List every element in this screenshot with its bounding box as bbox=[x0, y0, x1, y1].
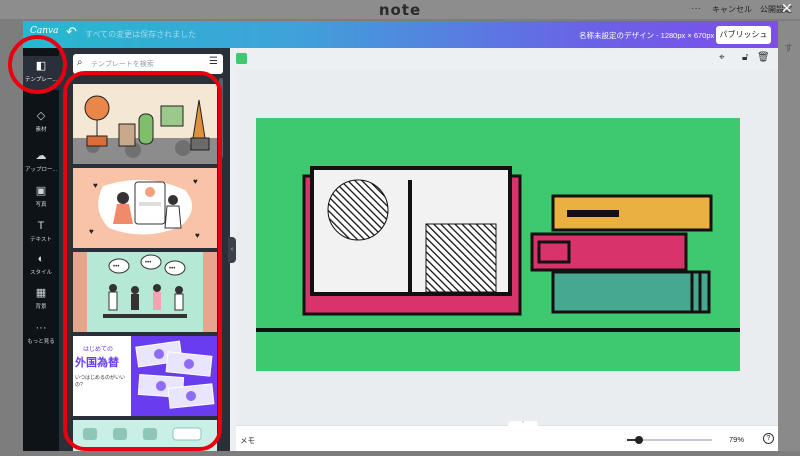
note-side-text: す bbox=[784, 43, 794, 53]
chevron-up-icon[interactable]: ⌃ bbox=[508, 421, 538, 427]
note-header: note ··· キャンセル 公開設定 bbox=[0, 0, 800, 19]
stacked-books bbox=[530, 194, 713, 314]
upload-icon: ☁ bbox=[35, 150, 47, 162]
document-title[interactable]: 名称未設定のデザイン - 1280px × 670px bbox=[579, 30, 714, 41]
elements-icon: ◇ bbox=[36, 110, 46, 122]
design-canvas[interactable] bbox=[256, 118, 740, 371]
canva-topbar: Canva ↶ すべての変更は保存されました 名称未設定のデザイン - 1280… bbox=[23, 21, 778, 48]
more-icon: ··· bbox=[35, 322, 47, 334]
photo-icon: ▣ bbox=[35, 185, 47, 197]
memo-button[interactable]: メモ bbox=[240, 435, 255, 446]
open-book bbox=[302, 166, 522, 316]
style-icon: ◐ bbox=[37, 253, 45, 265]
save-status: すべての変更は保存されました bbox=[85, 30, 197, 39]
search-icon: ⌕ bbox=[77, 57, 83, 68]
note-logo: note bbox=[378, 1, 422, 19]
collapse-panel-handle[interactable]: ‹ bbox=[228, 237, 236, 263]
sidebar-item-label: アップロー... bbox=[24, 167, 58, 173]
publish-button[interactable]: パブリッシュ bbox=[716, 26, 771, 44]
zoom-slider[interactable] bbox=[627, 436, 712, 444]
close-icon[interactable]: ✕ bbox=[781, 0, 793, 16]
side-rail: ◧ テンプレー... ◇ 素材 ☁ アップロー... ▣ 写真 T テキスト ◐ スタイル ▦ 背景 ···… bbox=[23, 48, 59, 451]
note-right-strip: す bbox=[778, 21, 800, 451]
trash-icon[interactable]: 🗑︎ bbox=[757, 52, 770, 63]
sidebar-item-label: スタイル bbox=[29, 270, 52, 276]
help-icon[interactable]: ? bbox=[763, 433, 774, 444]
sidebar-item-upload[interactable]: ☁ アップロー... bbox=[23, 146, 59, 180]
zoom-slider-handle[interactable] bbox=[634, 436, 643, 444]
sidebar-item-photo[interactable]: ▣ 写真 bbox=[23, 181, 59, 215]
annotation-rounded-rect bbox=[63, 71, 222, 451]
paint-format-icon[interactable]: ⌖ bbox=[719, 52, 725, 63]
sidebar-item-label: テキスト bbox=[30, 237, 52, 243]
sidebar-item-more[interactable]: ··· もっと見る bbox=[23, 318, 59, 352]
background-icon: ▦ bbox=[35, 287, 47, 299]
text-icon: T bbox=[37, 220, 45, 232]
sidebar-item-elements[interactable]: ◇ 素材 bbox=[23, 106, 59, 140]
table-line bbox=[256, 328, 740, 332]
note-cancel-link[interactable]: キャンセル bbox=[712, 4, 752, 15]
undo-icon[interactable]: ↶ bbox=[66, 24, 77, 40]
sidebar-item-text[interactable]: T テキスト bbox=[23, 216, 59, 250]
sidebar-item-background[interactable]: ▦ 背景 bbox=[23, 283, 59, 317]
sidebar-item-style[interactable]: ◐ スタイル bbox=[23, 249, 59, 283]
sidebar-item-label: 写真 bbox=[35, 202, 47, 208]
sidebar-item-label: もっと見る bbox=[27, 339, 55, 345]
sidebar-item-label: 素材 bbox=[35, 127, 47, 133]
background-color-swatch[interactable] bbox=[236, 53, 247, 64]
filter-icon[interactable]: ☰ bbox=[209, 56, 218, 67]
sidebar-item-label: 背景 bbox=[35, 304, 47, 310]
zoom-level[interactable]: 79% bbox=[729, 435, 744, 444]
more-icon[interactable]: ··· bbox=[691, 3, 701, 14]
template-search-input[interactable] bbox=[91, 56, 201, 72]
annotation-circle bbox=[8, 35, 67, 94]
lock-icon[interactable]: 🔓︎ bbox=[742, 52, 748, 63]
bottom-bar: ⌃ メモ 79% ? bbox=[236, 421, 778, 451]
